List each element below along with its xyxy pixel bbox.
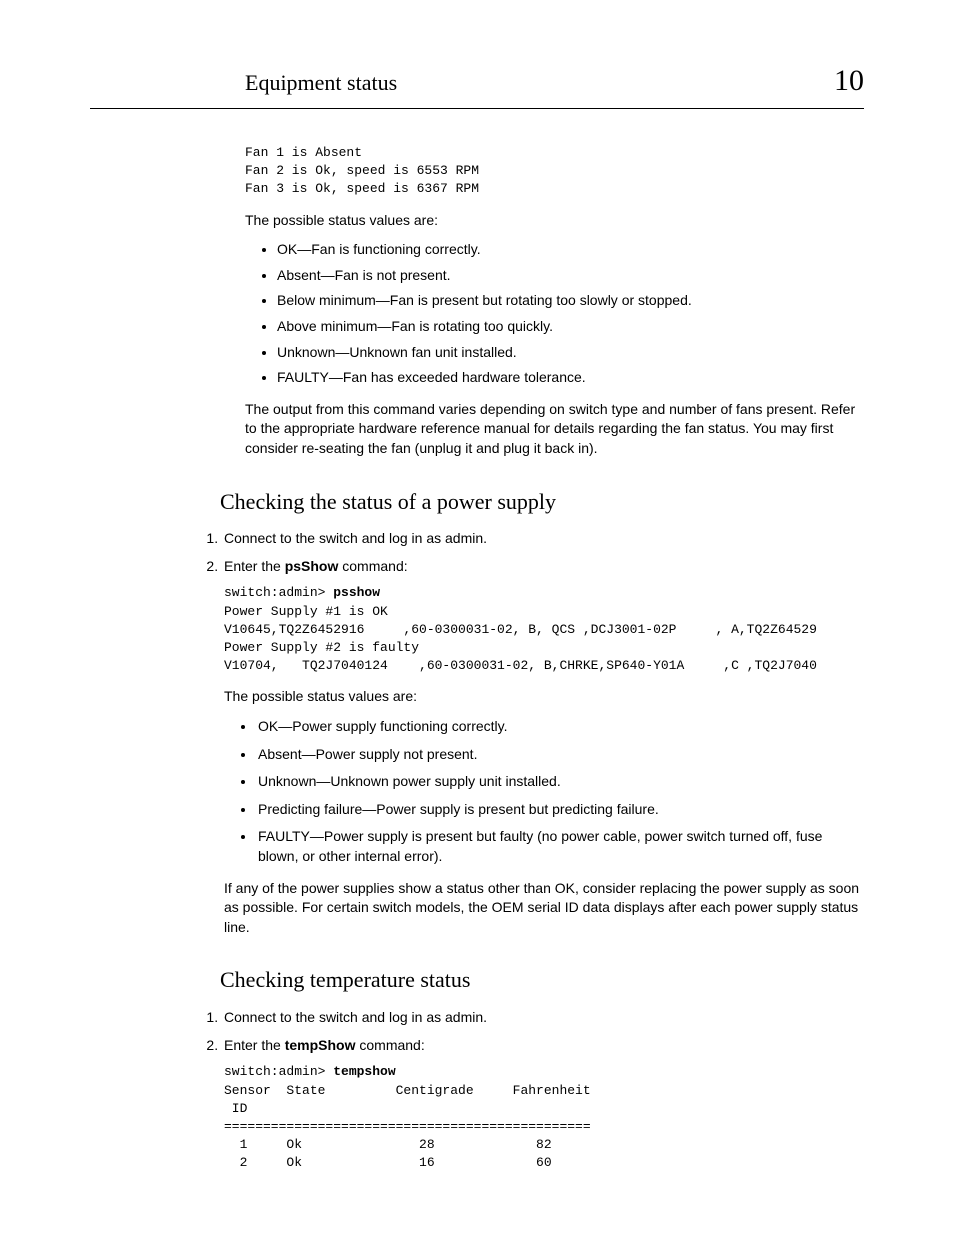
page-header: Equipment status 10 <box>90 60 864 109</box>
fan-output-code: Fan 1 is Absent Fan 2 is Ok, speed is 65… <box>245 144 864 199</box>
ps-status-intro: The possible status values are: <box>224 687 864 707</box>
ps-status-list: OK—Power supply functioning correctly. A… <box>224 717 864 867</box>
power-supply-heading: Checking the status of a power supply <box>220 487 864 518</box>
list-item: Below minimum—Fan is present but rotatin… <box>277 291 864 311</box>
temp-step-1: Connect to the switch and log in as admi… <box>222 1008 864 1028</box>
list-item: Unknown—Unknown power supply unit instal… <box>256 772 864 792</box>
list-item: Above minimum—Fan is rotating too quickl… <box>277 317 864 337</box>
ps-step-2: Enter the psShow command: switch:admin> … <box>222 557 864 937</box>
list-item: FAULTY—Power supply is present but fault… <box>256 827 864 866</box>
fan-note: The output from this command varies depe… <box>245 400 864 459</box>
step-text-pre: Enter the <box>224 1037 285 1053</box>
ps-note: If any of the power supplies show a stat… <box>224 879 864 938</box>
list-item: FAULTY—Fan has exceeded hardware toleran… <box>277 368 864 388</box>
step-text-pre: Enter the <box>224 558 285 574</box>
list-item: Predicting failure—Power supply is prese… <box>256 800 864 820</box>
temperature-heading: Checking temperature status <box>220 965 864 996</box>
fan-status-list: OK—Fan is functioning correctly. Absent—… <box>245 240 864 388</box>
step-text-post: command: <box>355 1037 424 1053</box>
chapter-number: 10 <box>834 60 864 102</box>
fan-status-intro: The possible status values are: <box>245 211 864 231</box>
command-name: tempShow <box>285 1037 356 1053</box>
temp-step-2: Enter the tempShow command: switch:admin… <box>222 1036 864 1173</box>
command-name: psShow <box>285 558 339 574</box>
list-item: OK—Power supply functioning correctly. <box>256 717 864 737</box>
list-item: OK—Fan is functioning correctly. <box>277 240 864 260</box>
step-text-post: command: <box>338 558 407 574</box>
list-item: Unknown—Unknown fan unit installed. <box>277 343 864 363</box>
ps-step-1: Connect to the switch and log in as admi… <box>222 529 864 549</box>
psshow-output-code: switch:admin> psshow Power Supply #1 is … <box>224 584 864 675</box>
list-item: Absent—Power supply not present. <box>256 745 864 765</box>
list-item: Absent—Fan is not present. <box>277 266 864 286</box>
header-title: Equipment status <box>245 68 397 99</box>
tempshow-output-code: switch:admin> tempshow Sensor State Cent… <box>224 1063 864 1172</box>
